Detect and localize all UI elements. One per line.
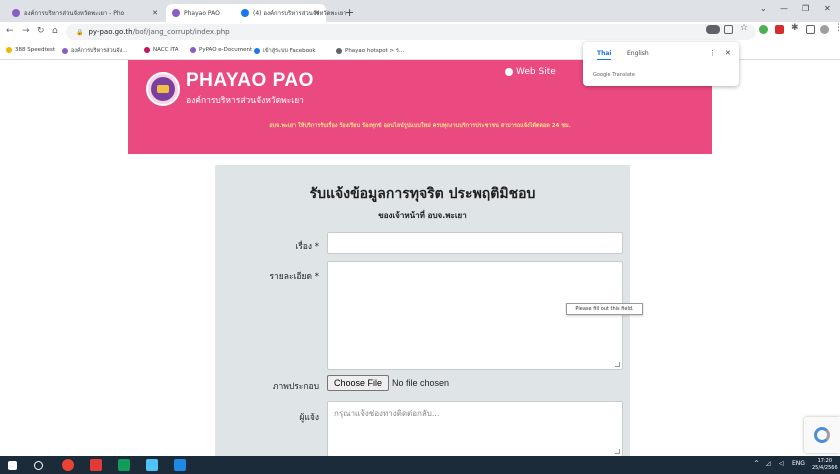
tab-search-icon[interactable]: ⌄ [760, 4, 767, 13]
bookmark-speedtest[interactable]: 388 Speedtest [6, 47, 55, 53]
search-icon[interactable] [34, 461, 43, 470]
attachment-label: ภาพประกอบ [272, 382, 319, 392]
subject-label: เรื่อง * [295, 242, 319, 252]
page-viewport: PHAYAO PAO องค์การบริหารส่วนจังหวัดพะเยา… [0, 60, 840, 456]
translate-brand: Google Translate [593, 72, 635, 78]
bookmark-pao[interactable]: องค์การบริหารส่วนจัง... [62, 47, 128, 55]
share-icon[interactable] [724, 25, 733, 34]
globe-icon [336, 48, 342, 54]
tab-strip: องค์การบริหารส่วนจังหวัดพะเยา - Pho ✕ Ph… [0, 0, 840, 22]
facebook-favicon-icon [241, 9, 249, 17]
windows-taskbar: ^ ◿ ◁ ENG 17:20 25/4/2566 [0, 456, 840, 474]
profile-avatar[interactable] [820, 25, 829, 34]
url-path: /bof/jang_corrupt/index.php [132, 28, 230, 36]
website-link-label: Web Site [516, 67, 556, 77]
close-window-button[interactable]: ✕ [824, 4, 831, 13]
facebook-icon [254, 48, 260, 54]
tab-title: Phayao PAO [184, 9, 220, 17]
reporter-placeholder: กรุณาแจ้งช่องทางติดต่อกลับ... [334, 409, 440, 418]
pao-logo[interactable] [146, 72, 180, 106]
tab-title: (4) องค์การบริหารส่วนจังหวัดพะเยา | F [253, 10, 349, 17]
volume-icon[interactable]: ◁ [779, 460, 784, 467]
choose-file-button[interactable]: Choose File [327, 375, 390, 391]
bookmark-nacc[interactable]: NACC ITA [144, 47, 179, 53]
pao-icon [62, 48, 68, 54]
tab-title: องค์การบริหารส่วนจังหวัดพะเยา - Pho [24, 10, 125, 17]
more-options-icon[interactable]: ⋮ [709, 49, 716, 57]
forward-arrow-icon[interactable]: → [22, 26, 30, 36]
line-app-icon[interactable] [118, 459, 130, 471]
close-icon[interactable]: ✕ [725, 49, 731, 57]
input-language[interactable]: ENG [792, 460, 805, 467]
service-announcement: อบจ.พะเยา ให้บริการรับเรื่อง ร้องเรียน ร… [269, 123, 571, 129]
system-clock[interactable]: 17:20 25/4/2566 [812, 458, 838, 472]
photos-icon[interactable] [146, 459, 158, 471]
address-bar[interactable]: 🔒 py-pao.go.th /bof/jang_corrupt/index.p… [66, 24, 756, 40]
translate-lang-thai[interactable]: Thai [597, 50, 612, 60]
bookmark-hotspot[interactable]: Phayao hotspot > ร... [336, 47, 404, 55]
subject-input[interactable] [327, 232, 623, 254]
pao-favicon-icon [172, 9, 180, 17]
bookmark-facebook[interactable]: เข้าสู่ระบบ Facebook [254, 47, 316, 55]
puzzle-icon[interactable]: ✱ [791, 23, 800, 33]
detail-textarea[interactable] [327, 261, 623, 370]
speedtest-icon [6, 47, 12, 53]
pdf-reader-icon[interactable] [90, 459, 102, 471]
back-arrow-icon[interactable]: ← [6, 26, 14, 36]
nacc-icon [144, 47, 150, 53]
tab-pao-home[interactable]: องค์การบริหารส่วนจังหวัดพะเยา - Pho ✕ [6, 4, 164, 22]
validation-tooltip: Please fill out this field. [566, 303, 643, 315]
minimize-button[interactable]: — [780, 4, 788, 13]
lock-icon: 🔒 [76, 28, 84, 36]
file-picker: Choose File No file chosen [327, 375, 449, 391]
menu-kebab-icon[interactable]: ⋮ [834, 23, 840, 33]
close-tab-icon[interactable]: ✕ [148, 9, 158, 17]
reporter-label: ผู้แจ้ง [299, 413, 319, 423]
globe-icon [505, 68, 513, 76]
clock-date: 25/4/2566 [812, 465, 838, 471]
extension-icon[interactable] [775, 25, 784, 34]
sidebar-icon[interactable] [806, 25, 815, 34]
recaptcha-icon [814, 427, 830, 443]
bookmark-star-icon[interactable]: ☆ [740, 23, 749, 33]
new-tab-button[interactable]: + [345, 6, 354, 19]
reload-icon[interactable]: ↻ [37, 26, 45, 36]
network-icon[interactable]: ◿ [766, 460, 771, 467]
tray-arrow-icon[interactable]: ^ [754, 460, 759, 467]
windows-start-icon[interactable] [8, 461, 17, 470]
recaptcha-badge[interactable] [804, 417, 840, 453]
resize-handle[interactable] [615, 362, 620, 367]
pao-icon [190, 47, 196, 53]
file-status: No file chosen [392, 378, 450, 388]
file-explorer-icon[interactable] [174, 459, 186, 471]
logo-subtitle: องค์การบริหารส่วนจังหวัดพะเยา [186, 96, 304, 106]
clock-time: 17:20 [817, 458, 833, 464]
translate-popup: Thai English ⋮ ✕ Google Translate [583, 42, 739, 86]
home-icon[interactable]: ⌂ [52, 26, 58, 36]
maximize-button[interactable]: ❐ [802, 4, 809, 13]
form-title: รับแจ้งข้อมูลการทุจริต ประพฤติมิชอบ [309, 186, 536, 202]
tab-facebook[interactable]: (4) องค์การบริหารส่วนจังหวัดพะเยา | F ✕ [235, 4, 349, 22]
translate-icon[interactable] [706, 25, 720, 34]
pao-emblem-icon [151, 77, 175, 101]
translate-lang-english[interactable]: English [627, 50, 649, 57]
logo-title: PHAYAO PAO [186, 70, 314, 91]
detail-label: รายละเอียด * [269, 272, 319, 282]
bookmark-edocument[interactable]: PyPAO e-Document [190, 47, 252, 53]
url-host: py-pao.go.th [88, 28, 133, 36]
resize-handle[interactable] [615, 449, 620, 454]
extension-icon[interactable] [759, 25, 768, 34]
website-link[interactable]: Web Site [505, 67, 556, 77]
form-subtitle: ของเจ้าหน้าที่ อบจ.พะเยา [378, 211, 467, 220]
chrome-icon[interactable] [62, 459, 74, 471]
reporter-textarea[interactable]: กรุณาแจ้งช่องทางติดต่อกลับ... [327, 401, 623, 456]
pao-favicon-icon [12, 9, 20, 17]
